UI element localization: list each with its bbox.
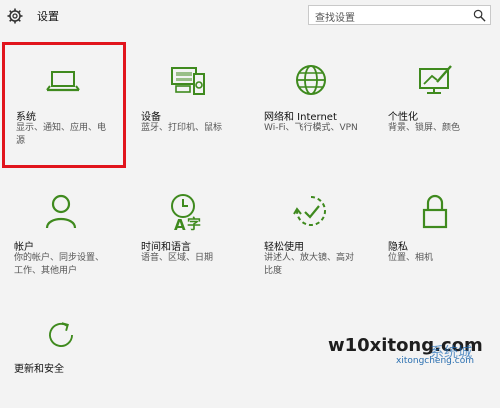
tile-label: 个性化 (388, 112, 418, 123)
devices-icon (171, 67, 205, 95)
tile-accounts[interactable]: 帐户 你的帐户、同步设置、 工作、其他用户 (0, 172, 122, 282)
tile-privacy[interactable]: 隐私 位置、相机 (374, 172, 496, 282)
update-icon (49, 322, 73, 347)
tile-label: 设备 (141, 112, 161, 123)
tile-ease-of-access[interactable]: 轻松使用 讲述人、放大镜、高对 比度 (250, 172, 372, 282)
tile-personalization[interactable]: 个性化 背景、锁屏、颜色 (374, 42, 496, 152)
tile-label: 隐私 (388, 242, 408, 253)
page-title: 设置 (37, 10, 59, 23)
personalization-icon (419, 65, 452, 94)
tile-label: 更新和安全 (14, 364, 64, 375)
svg-text:字: 字 (187, 216, 201, 232)
tile-description: 语音、区域、日期 (141, 253, 214, 263)
tile-description: 位置、相机 (388, 253, 434, 263)
tile-description: 蓝牙、打印机、鼠标 (141, 123, 223, 133)
tile-network[interactable]: 网络和 Internet Wi-Fi、飞行模式、VPN (250, 42, 372, 152)
tile-label: 时间和语言 (141, 242, 191, 253)
tile-description: Wi-Fi、飞行模式、VPN (264, 123, 358, 133)
tile-label: 网络和 Internet (264, 112, 337, 123)
tile-label: 帐户 (14, 242, 34, 253)
highlight-box (2, 42, 126, 168)
tile-description: 讲述人、放大镜、高对 比度 (264, 253, 355, 276)
search-input[interactable]: 查找设置 (308, 5, 491, 25)
gear-icon (7, 8, 23, 24)
tile-devices[interactable]: 设备 蓝牙、打印机、鼠标 (127, 42, 249, 152)
title-bar: 设置 查找设置 (0, 0, 500, 34)
search-icon[interactable] (473, 9, 486, 22)
svg-text:A: A (174, 216, 186, 232)
ease-of-access-icon (293, 196, 326, 226)
lock-icon (422, 194, 448, 229)
watermark-sub: xitongcheng.com (396, 356, 474, 366)
time-language-icon: A 字 (171, 194, 201, 232)
tile-time-language[interactable]: A 字 时间和语言 语音、区域、日期 (127, 172, 249, 282)
search-placeholder: 查找设置 (315, 13, 355, 24)
person-icon (45, 194, 77, 229)
tile-label: 轻松使用 (264, 242, 304, 253)
tile-description: 你的帐户、同步设置、 工作、其他用户 (14, 253, 105, 276)
tile-update-security[interactable]: 更新和安全 (0, 298, 122, 408)
tile-description: 背景、锁屏、颜色 (388, 123, 461, 133)
globe-icon (296, 65, 326, 95)
